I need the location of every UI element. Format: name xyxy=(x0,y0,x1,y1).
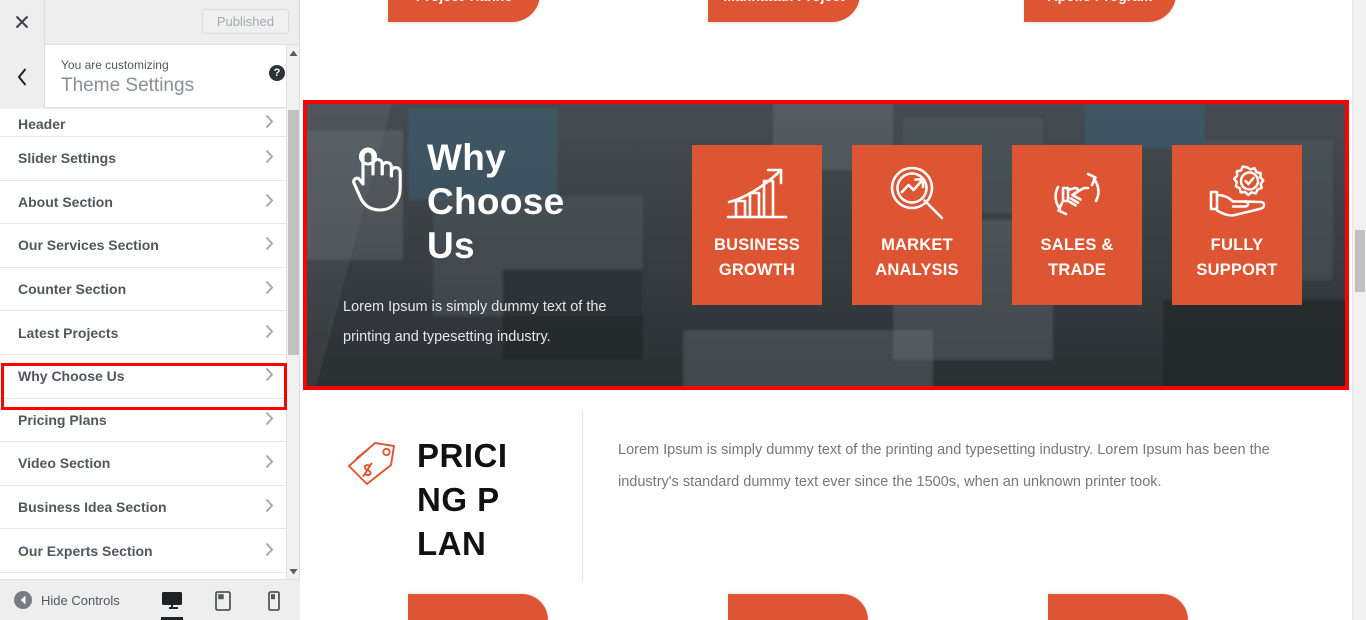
price-tags-icon xyxy=(345,440,399,495)
feature-card-fully-support[interactable]: FULLY SUPPORT xyxy=(1172,145,1302,305)
why-choose-us-description: Lorem Ipsum is simply dummy text of the … xyxy=(343,299,607,345)
customizer-topbar: Published xyxy=(0,0,299,45)
collapse-arrow-icon xyxy=(14,591,32,609)
pricing-plan-title: PRICING PLAN xyxy=(417,437,508,562)
sidebar-item-video-section[interactable]: Video Section xyxy=(0,442,288,486)
chevron-right-icon xyxy=(265,542,274,559)
back-chevron-icon[interactable] xyxy=(0,45,45,108)
bar-chart-growth-icon xyxy=(723,161,791,227)
handshake-exchange-icon xyxy=(1045,161,1109,227)
customizer-screen: Published You are customizing Theme Sett… xyxy=(0,0,1366,620)
project-tag[interactable]: Project Tianhe xyxy=(388,0,540,22)
sidebar-scrollbar[interactable] xyxy=(286,45,299,579)
why-choose-us-section: Why Choose Us Lorem Ipsum is simply dumm… xyxy=(303,100,1349,390)
chevron-right-icon xyxy=(265,368,274,385)
customizer-header: You are customizing Theme Settings ? xyxy=(0,45,299,108)
sidebar-item-label: Why Choose Us xyxy=(18,368,125,385)
sidebar-item-our-experts-section[interactable]: Our Experts Section xyxy=(0,529,288,573)
customizer-section-list[interactable]: Header Slider Settings About Section Our… xyxy=(0,109,288,579)
sidebar-item-latest-projects[interactable]: Latest Projects xyxy=(0,311,288,355)
scroll-up-icon[interactable] xyxy=(287,46,300,60)
sidebar-item-label: Header xyxy=(18,116,66,132)
sidebar-item-business-idea-section[interactable]: Business Idea Section xyxy=(0,485,288,530)
sidebar-item-label: Counter Section xyxy=(18,281,127,298)
project-tag[interactable]: Manhattan Project xyxy=(708,0,860,22)
publish-button[interactable]: Published xyxy=(201,9,289,34)
pricing-card-top[interactable] xyxy=(408,594,548,620)
hide-controls-button[interactable]: Hide Controls xyxy=(0,591,120,609)
sidebar-scrollbar-thumb[interactable] xyxy=(288,110,299,355)
chevron-right-icon xyxy=(265,193,274,210)
sidebar-item-label: Our Services Section xyxy=(18,237,159,254)
site-preview: Project Tianhe Manhattan Project Apollo … xyxy=(300,0,1366,620)
panel-title: Theme Settings xyxy=(61,75,195,96)
chevron-right-icon xyxy=(265,455,274,472)
feature-card-caption: FULLY SUPPORT xyxy=(1196,236,1278,279)
chevron-right-icon xyxy=(265,114,274,131)
chevron-right-icon xyxy=(265,324,274,341)
pricing-card-top[interactable] xyxy=(728,594,868,620)
pricing-cards-strip xyxy=(300,594,1352,620)
why-choose-us-text-block: Why Choose Us Lorem Ipsum is simply dumm… xyxy=(343,136,683,352)
customizer-header-text: You are customizing Theme Settings xyxy=(45,45,299,107)
sidebar-item-label: Latest Projects xyxy=(18,324,119,341)
sidebar-item-label: Our Experts Section xyxy=(18,542,153,559)
latest-projects-strip: Project Tianhe Manhattan Project Apollo … xyxy=(300,0,1352,22)
sidebar-item-pricing-plans[interactable]: Pricing Plans xyxy=(0,398,288,443)
scroll-down-icon[interactable] xyxy=(287,564,300,578)
pricing-body-block: Lorem Ipsum is simply dummy text of the … xyxy=(583,412,1352,580)
hide-controls-label: Hide Controls xyxy=(41,592,120,608)
sidebar-item-why-choose-us[interactable]: Why Choose Us xyxy=(0,354,288,399)
customizer-footer: Hide Controls xyxy=(0,579,300,620)
why-choose-us-cards: BUSINESS GROWTH MARKET ANALYSIS SALES & … xyxy=(692,145,1302,305)
magnifier-analysis-icon xyxy=(885,161,949,227)
sidebar-item-label: Pricing Plans xyxy=(18,411,107,428)
hand-gear-support-icon xyxy=(1203,161,1271,227)
chevron-right-icon xyxy=(265,280,274,298)
chevron-right-icon xyxy=(265,411,274,428)
device-mobile-button[interactable] xyxy=(260,580,288,620)
feature-card-caption: SALES & TRADE xyxy=(1040,236,1114,279)
sidebar-item-label: Business Idea Section xyxy=(18,499,167,516)
pricing-plan-body: Lorem Ipsum is simply dummy text of the … xyxy=(618,442,1270,490)
device-preview-group xyxy=(158,580,288,620)
sidebar-item-our-services-section[interactable]: Our Services Section xyxy=(0,224,288,268)
pricing-heading-block: PRICING PLAN xyxy=(300,412,583,580)
preview-scrollbar-thumb[interactable] xyxy=(1355,230,1365,292)
feature-card-business-growth[interactable]: BUSINESS GROWTH xyxy=(692,145,822,305)
hand-pointer-icon xyxy=(343,144,405,221)
feature-card-sales-trade[interactable]: SALES & TRADE xyxy=(1012,145,1142,305)
why-choose-us-banner: Why Choose Us Lorem Ipsum is simply dumm… xyxy=(303,100,1349,390)
feature-card-caption: MARKET ANALYSIS xyxy=(875,236,959,279)
sidebar-item-slider-settings[interactable]: Slider Settings xyxy=(0,137,288,181)
device-tablet-button[interactable] xyxy=(209,580,237,620)
feature-card-market-analysis[interactable]: MARKET ANALYSIS xyxy=(852,145,982,305)
chevron-right-icon xyxy=(265,237,274,254)
sidebar-item-header[interactable]: Header xyxy=(0,109,288,137)
chevron-right-icon xyxy=(265,150,274,167)
sidebar-item-label: Slider Settings xyxy=(18,150,117,167)
project-tag[interactable]: Apollo Program xyxy=(1024,0,1176,22)
feature-card-caption: BUSINESS GROWTH xyxy=(714,236,800,279)
pricing-plan-section: PRICING PLAN Lorem Ipsum is simply dummy… xyxy=(300,412,1352,580)
sidebar-item-label: About Section xyxy=(18,193,113,210)
help-icon[interactable]: ? xyxy=(269,65,285,81)
why-choose-us-title: Why Choose Us xyxy=(427,137,565,266)
sidebar-item-about-section[interactable]: About Section xyxy=(0,180,288,225)
preview-scrollbar[interactable] xyxy=(1352,0,1366,620)
pricing-card-top[interactable] xyxy=(1048,594,1188,620)
customizing-label: You are customizing xyxy=(61,58,169,72)
customizer-panel: Published You are customizing Theme Sett… xyxy=(0,0,300,620)
close-icon[interactable] xyxy=(0,0,45,45)
sidebar-item-label: Video Section xyxy=(18,455,111,472)
chevron-right-icon xyxy=(265,498,274,516)
sidebar-item-counter-section[interactable]: Counter Section xyxy=(0,267,288,312)
device-desktop-button[interactable] xyxy=(158,580,186,620)
